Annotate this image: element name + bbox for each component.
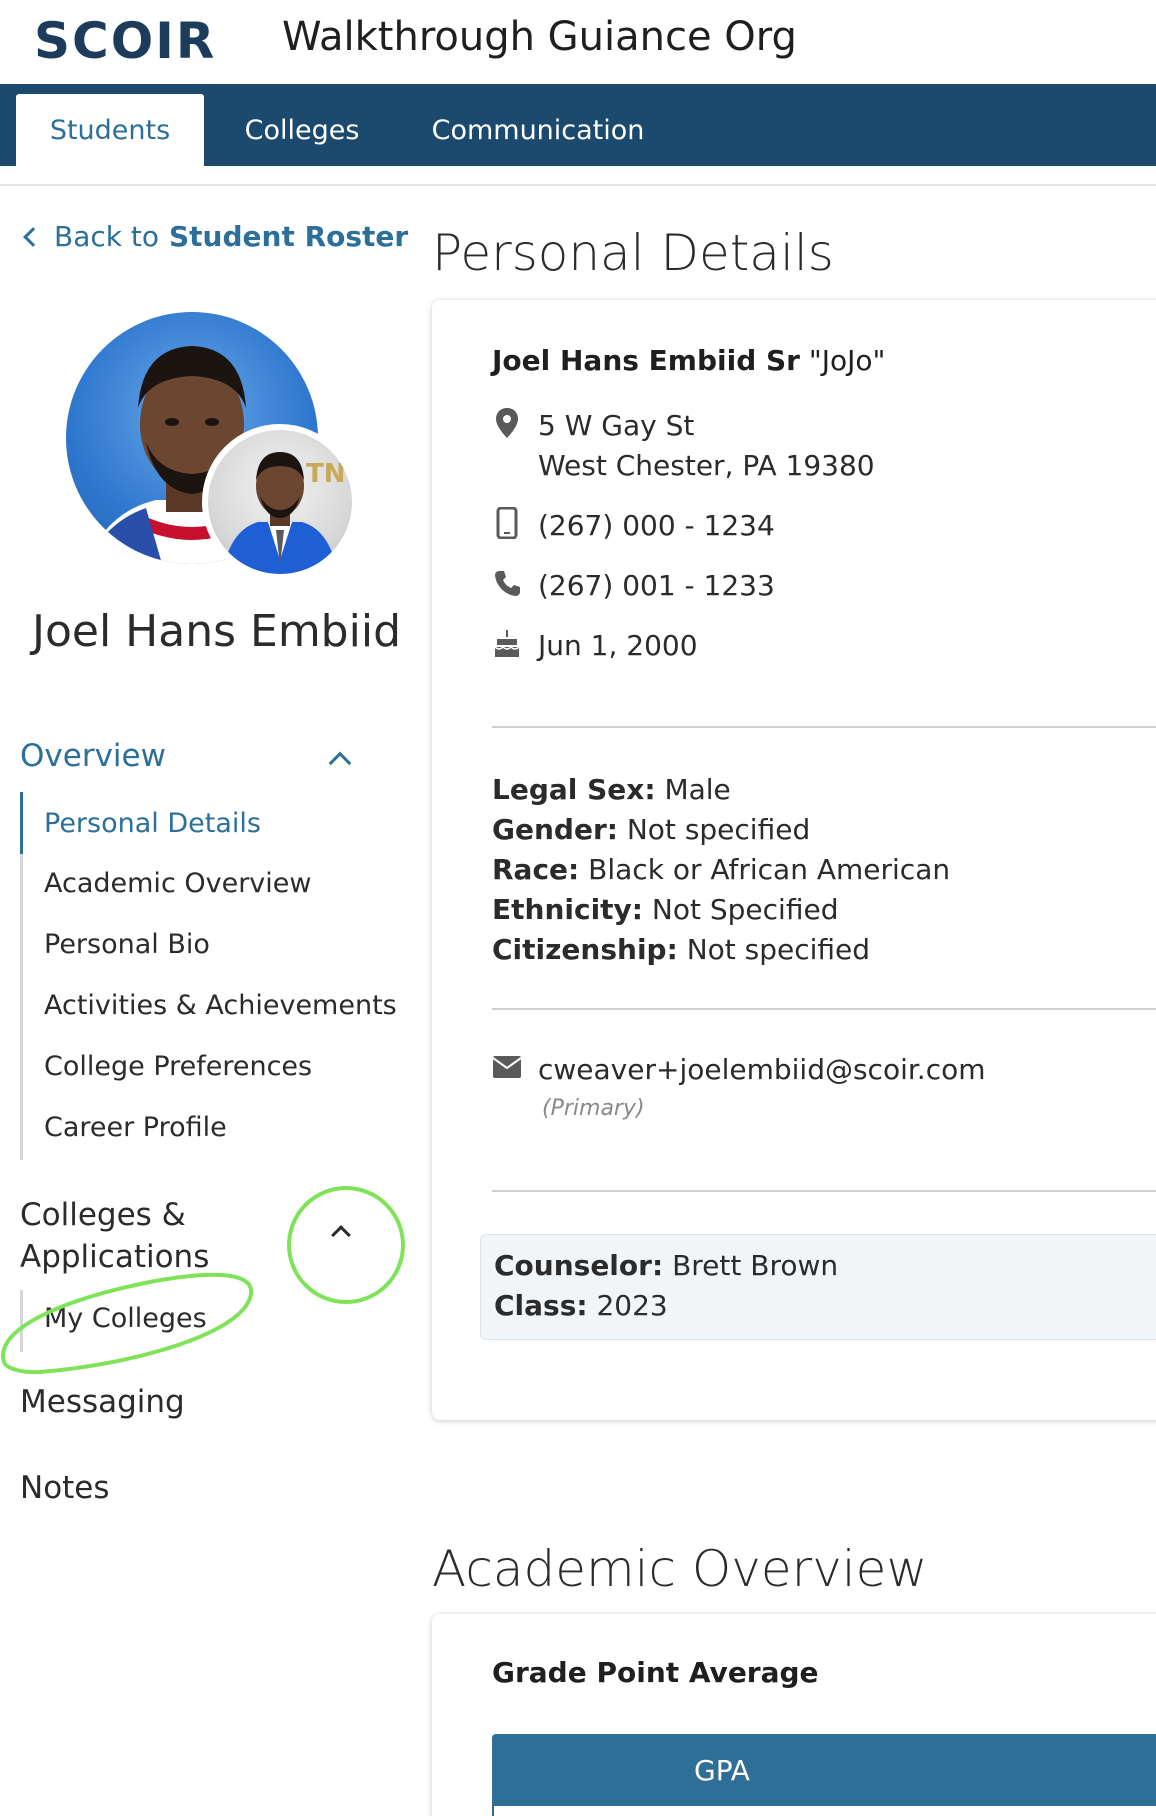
counselor-row: Counselor: Brett Brown: [494, 1249, 839, 1282]
nav-divider: [0, 184, 1156, 186]
race-row: Race: Black or African American: [492, 853, 951, 886]
address-row: 5 W Gay St West Chester, PA 19380: [492, 406, 875, 486]
chevron-left-icon: [23, 226, 43, 247]
org-title: Walkthrough Guiance Org: [282, 14, 797, 60]
tab-colleges[interactable]: Colleges: [220, 94, 384, 166]
svg-text:TN: TN: [306, 459, 346, 489]
sidebar-item-career-profile[interactable]: Career Profile: [44, 1112, 227, 1143]
annotation-circle: [287, 1186, 405, 1304]
location-pin-icon: [492, 406, 522, 440]
birth-date: Jun 1, 2000: [538, 629, 698, 662]
divider: [492, 726, 1156, 728]
gpa-column-header: GPA: [694, 1753, 750, 1787]
mobile-phone-icon: [492, 506, 522, 540]
student-name: Joel Hans Embiid: [32, 606, 401, 657]
scoir-logo[interactable]: SCOIR: [34, 12, 216, 70]
divider: [492, 1008, 1156, 1010]
phone-icon: [492, 566, 522, 600]
sidebar-item-messaging[interactable]: Messaging: [20, 1384, 185, 1420]
address-line1: 5 W Gay St: [538, 409, 695, 442]
student-legal-name: Joel Hans Embiid Sr: [492, 344, 800, 377]
class-row: Class: 2023: [494, 1289, 668, 1322]
counselor-info: Counselor: Brett Brown Class: 2023: [494, 1246, 838, 1326]
mobile-number[interactable]: (267) 000 - 1234: [538, 506, 775, 546]
back-to-roster-link[interactable]: Back to Student Roster: [23, 220, 409, 253]
legal-sex-row: Legal Sex: Male: [492, 773, 731, 806]
email-primary-label: (Primary): [542, 1096, 645, 1121]
chevron-up-icon[interactable]: [331, 1225, 351, 1245]
sidebar-item-personal-details[interactable]: Personal Details: [44, 808, 261, 839]
secondary-avatar: TN: [202, 424, 358, 580]
back-target: Student Roster: [169, 220, 409, 253]
phone-number[interactable]: (267) 001 - 1233: [538, 566, 775, 606]
email-row: cweaver+joelembiid@scoir.com: [492, 1050, 986, 1090]
gender-row: Gender: Not specified: [492, 813, 811, 846]
tab-students[interactable]: Students: [16, 94, 204, 166]
chevron-up-icon[interactable]: [328, 751, 352, 775]
gpa-heading: Grade Point Average: [492, 1656, 819, 1689]
academic-overview-heading: Academic Overview: [432, 1540, 928, 1598]
top-header: SCOIR Walkthrough Guiance Org: [0, 0, 1156, 84]
envelope-icon: [492, 1050, 522, 1084]
ethnicity-row: Ethnicity: Not Specified: [492, 893, 839, 926]
address-line2: West Chester, PA 19380: [538, 449, 875, 482]
student-full-name: Joel Hans Embiid Sr "JoJo": [492, 344, 885, 377]
email-address[interactable]: cweaver+joelembiid@scoir.com: [538, 1050, 986, 1090]
overview-section-header[interactable]: Overview: [20, 738, 166, 774]
colleges-applications-section-header[interactable]: Colleges & Applications: [20, 1194, 280, 1278]
citizenship-row: Citizenship: Not specified: [492, 933, 871, 966]
sidebar-item-academic-overview[interactable]: Academic Overview: [44, 868, 311, 899]
sidebar-item-personal-bio[interactable]: Personal Bio: [44, 929, 210, 960]
demographics-list: Legal Sex: Male Gender: Not specified Ra…: [492, 770, 950, 970]
tab-communication[interactable]: Communication: [408, 94, 668, 166]
mobile-row: (267) 000 - 1234: [492, 506, 775, 546]
sidebar-item-college-preferences[interactable]: College Preferences: [44, 1051, 312, 1082]
back-prefix: Back to: [54, 220, 159, 253]
student-nickname: "JoJo": [808, 344, 886, 377]
birthday-cake-icon: [492, 626, 522, 660]
active-indicator: [20, 792, 23, 854]
sidebar-item-notes[interactable]: Notes: [20, 1470, 110, 1506]
personal-details-heading: Personal Details: [432, 224, 834, 282]
main-nav: Students Colleges Communication: [0, 84, 1156, 166]
gpa-table-body: [494, 1806, 1156, 1816]
sidebar-item-my-colleges[interactable]: My Colleges: [44, 1303, 207, 1334]
student-avatar-group: TN: [66, 312, 362, 582]
divider: [492, 1190, 1156, 1192]
phone-row: (267) 001 - 1233: [492, 566, 775, 606]
colleges-rail: [20, 1290, 23, 1352]
birthday-row: Jun 1, 2000: [492, 626, 698, 666]
sidebar-item-activities[interactable]: Activities & Achievements: [44, 990, 397, 1021]
